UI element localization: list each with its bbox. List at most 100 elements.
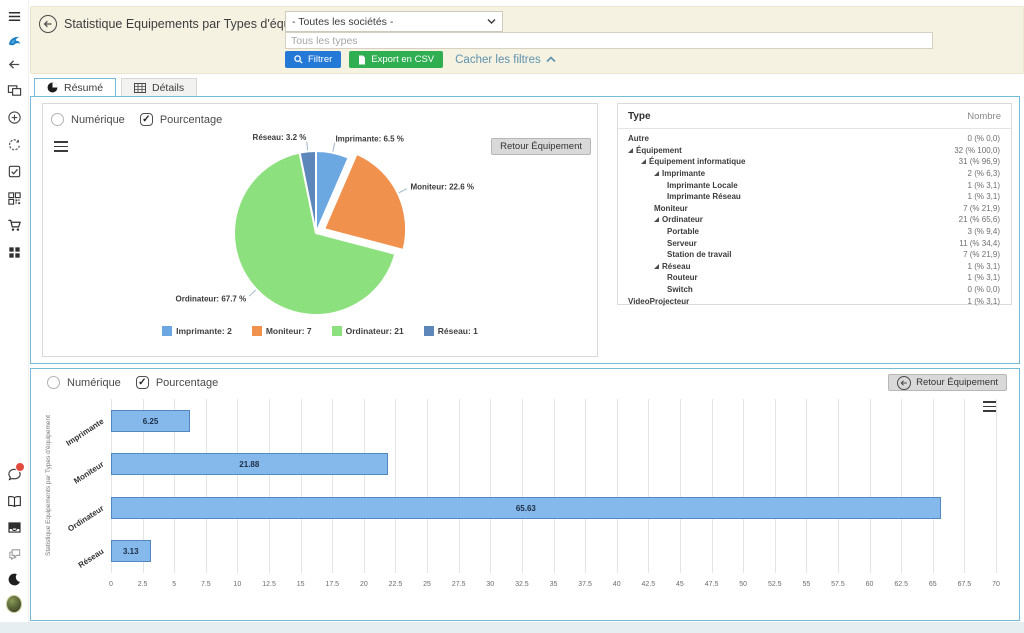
pie-data-label: Imprimante: 6.5 % xyxy=(335,134,403,143)
type-table-row[interactable]: Réseau1 (% 3,1) xyxy=(618,261,1011,273)
type-count: 2 (% 6,3) xyxy=(968,169,1011,178)
tree-expander-icon[interactable] xyxy=(641,159,646,164)
gridline xyxy=(901,399,902,573)
x-tick-label: 27.5 xyxy=(444,581,474,588)
type-table-row: Switch0 (% 0,0) xyxy=(618,284,1011,296)
type-count: 1 (% 3,1) xyxy=(968,262,1011,271)
legend-label: Imprimante: 2 xyxy=(176,326,232,336)
tree-expander-icon[interactable] xyxy=(654,171,659,176)
app-logo-icon[interactable] xyxy=(6,32,22,48)
gridline xyxy=(838,399,839,573)
numeric-radio-2[interactable] xyxy=(47,376,60,389)
tab-details[interactable]: Détails xyxy=(121,78,197,96)
displays-icon[interactable] xyxy=(6,82,22,98)
gridline xyxy=(870,399,871,573)
type-count: 11 (% 34,4) xyxy=(959,239,1011,248)
type-table-row: VideoProjecteur1 (% 3,1) xyxy=(618,295,1011,307)
type-table-card: Type Nombre Autre0 (% 0,0)Équipement32 (… xyxy=(617,103,1012,305)
type-table-row: Imprimante Locale1 (% 3,1) xyxy=(618,179,1011,191)
pie-data-label: Moniteur: 22.6 % xyxy=(410,183,474,192)
pie-label-connector xyxy=(399,189,407,193)
legend-item-ordinateur[interactable]: Ordinateur: 21 xyxy=(332,326,404,336)
tree-expander-icon[interactable] xyxy=(628,148,633,153)
legend-item-moniteur[interactable]: Moniteur: 7 xyxy=(252,326,312,336)
percent-label-2: Pourcentage xyxy=(156,377,218,389)
dark-mode-icon[interactable] xyxy=(6,571,22,587)
pie-label-connector xyxy=(249,290,256,296)
type-count: 7 (% 21,9) xyxy=(963,204,1011,213)
types-input[interactable] xyxy=(285,32,933,49)
user-avatar[interactable] xyxy=(6,596,22,612)
book-icon[interactable] xyxy=(6,493,22,509)
x-tick-label: 10 xyxy=(222,581,252,588)
legend-item-réseau[interactable]: Réseau: 1 xyxy=(424,326,478,336)
page-back-icon[interactable] xyxy=(39,15,57,33)
x-tick-label: 60 xyxy=(855,581,885,588)
chart-menu-icon-2[interactable] xyxy=(983,401,997,412)
retour-equipement-button-2[interactable]: Retour Équipement xyxy=(888,374,1007,391)
x-tick-label: 52.5 xyxy=(760,581,790,588)
type-table-row: Station de travail7 (% 21,9) xyxy=(618,249,1011,261)
inbox-icon[interactable] xyxy=(6,519,22,535)
pie-chart-card: Numérique ✓ Pourcentage Retour Équipemen… xyxy=(42,103,598,357)
add-circle-icon[interactable] xyxy=(6,109,22,125)
tasks-icon[interactable] xyxy=(6,163,22,179)
type-name: Ordinateur xyxy=(662,215,703,224)
type-name: Station de travail xyxy=(667,250,731,259)
type-name: Imprimante Locale xyxy=(667,181,738,190)
type-table-row[interactable]: Imprimante2 (% 6,3) xyxy=(618,168,1011,180)
chat-alert-icon[interactable] xyxy=(6,466,22,482)
type-count: 31 (% 96,9) xyxy=(959,157,1011,166)
x-tick-label: 0 xyxy=(96,581,126,588)
type-name: VideoProjecteur xyxy=(628,297,689,306)
type-table-row: Imprimante Réseau1 (% 3,1) xyxy=(618,191,1011,203)
gridline xyxy=(301,399,302,573)
x-tick-label: 57.5 xyxy=(823,581,853,588)
x-tick-label: 25 xyxy=(412,581,442,588)
bottom-strip xyxy=(0,622,1024,633)
x-tick-label: 45 xyxy=(665,581,695,588)
gridline xyxy=(680,399,681,573)
tree-expander-icon[interactable] xyxy=(654,217,659,222)
x-tick-label: 50 xyxy=(728,581,758,588)
x-tick-label: 40 xyxy=(602,581,632,588)
type-table-row: Serveur11 (% 34,4) xyxy=(618,237,1011,249)
filter-button[interactable]: Filtrer xyxy=(285,51,341,68)
gridline xyxy=(648,399,649,573)
count-column-header: Nombre xyxy=(967,111,1001,122)
gridline xyxy=(585,399,586,573)
export-csv-button[interactable]: Export en CSV xyxy=(349,51,443,68)
tree-expander-icon[interactable] xyxy=(654,264,659,269)
refresh-icon[interactable] xyxy=(6,136,22,152)
percent-checkbox-2[interactable]: ✓ xyxy=(136,376,149,389)
type-table-row[interactable]: Ordinateur21 (% 65,6) xyxy=(618,214,1011,226)
x-tick-label: 15 xyxy=(286,581,316,588)
type-table-row[interactable]: Équipement informatique31 (% 96,9) xyxy=(618,156,1011,168)
apps-grid-icon[interactable] xyxy=(6,244,22,260)
cart-icon[interactable] xyxy=(6,217,22,233)
legend-label: Réseau: 1 xyxy=(438,326,478,336)
qrcode-icon[interactable] xyxy=(6,190,22,206)
x-tick-label: 17.5 xyxy=(317,581,347,588)
tab-resume[interactable]: Résumé xyxy=(34,78,116,96)
search-icon xyxy=(294,55,303,64)
legend-item-imprimante[interactable]: Imprimante: 2 xyxy=(162,326,232,336)
legend-swatch xyxy=(332,326,342,336)
bar-value-label: 3.13 xyxy=(111,547,151,556)
type-table-row[interactable]: Équipement32 (% 100,0) xyxy=(618,145,1011,157)
type-table-row: Routeur1 (% 3,1) xyxy=(618,272,1011,284)
legend-swatch xyxy=(424,326,434,336)
gridline xyxy=(269,399,270,573)
company-select[interactable]: - Toutes les sociétés - xyxy=(285,11,503,32)
gridline xyxy=(459,399,460,573)
comments-icon[interactable] xyxy=(6,546,22,562)
notification-badge xyxy=(15,462,25,472)
back-icon[interactable] xyxy=(6,56,22,72)
hide-filters-link[interactable]: Cacher les filtres xyxy=(455,54,556,66)
x-tick-label: 35 xyxy=(539,581,569,588)
menu-icon[interactable] xyxy=(6,8,22,24)
x-tick-label: 42.5 xyxy=(633,581,663,588)
type-table-row: Portable3 (% 9,4) xyxy=(618,226,1011,238)
type-count: 1 (% 3,1) xyxy=(968,273,1011,282)
gridline xyxy=(775,399,776,573)
